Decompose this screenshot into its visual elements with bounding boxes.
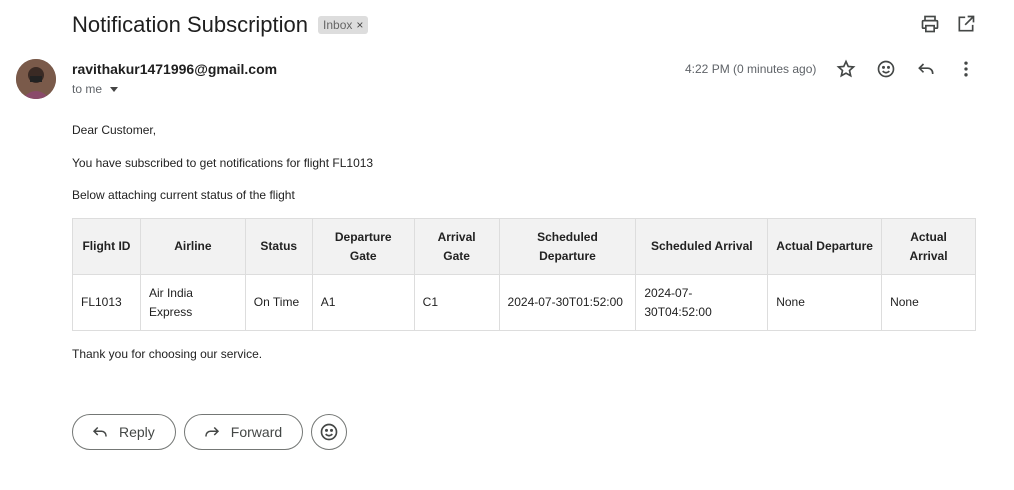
forward-button-label: Forward <box>230 424 283 440</box>
emoji-reaction-button[interactable] <box>311 414 348 450</box>
table-cell: None <box>881 274 976 331</box>
table-cell: On Time <box>244 274 313 331</box>
sender-email[interactable]: ravithakur1471996@gmail.com <box>72 61 277 77</box>
table-header: Airline <box>139 218 246 275</box>
print-icon[interactable] <box>920 14 940 34</box>
table-header: Arrival Gate <box>413 218 500 275</box>
emoji-icon[interactable] <box>876 59 896 79</box>
table-header: Scheduled Arrival <box>635 218 769 275</box>
emoji-icon <box>320 423 338 441</box>
table-row: FL1013 Air India Express On Time A1 C1 2… <box>72 274 976 331</box>
reply-icon <box>92 426 107 437</box>
sender-avatar[interactable] <box>16 59 56 99</box>
open-in-new-window-icon[interactable] <box>956 14 976 34</box>
reply-button-label: Reply <box>119 424 155 440</box>
table-header: Actual Departure <box>767 218 883 275</box>
table-header-row: Flight ID Airline Status Departure Gate … <box>72 218 976 275</box>
flight-status-table: Flight ID Airline Status Departure Gate … <box>72 218 976 331</box>
subscription-text: You have subscribed to get notifications… <box>72 156 374 170</box>
table-header: Scheduled Departure <box>498 218 637 275</box>
star-icon[interactable] <box>836 59 856 79</box>
inbox-label-text: Inbox <box>323 18 353 32</box>
forward-button[interactable]: Forward <box>183 414 304 450</box>
table-cell: A1 <box>311 274 415 331</box>
table-header: Departure Gate <box>311 218 415 275</box>
reply-actions: Reply Forward <box>72 414 348 450</box>
reply-button[interactable]: Reply <box>72 414 176 450</box>
subject-row: Notification Subscription Inbox × <box>72 10 369 40</box>
status-intro-text: Below attaching current status of the fl… <box>72 188 295 202</box>
table-cell: Air India Express <box>139 274 246 331</box>
thread-toolbar <box>920 14 976 34</box>
recipient-text: to me <box>72 82 103 96</box>
closing-text: Thank you for choosing our service. <box>72 347 263 361</box>
table-cell: FL1013 <box>72 274 141 331</box>
more-vert-icon[interactable] <box>956 59 976 79</box>
inbox-label-chip[interactable]: Inbox × <box>318 16 369 34</box>
table-cell: 2024-07-30T01:52:00 <box>498 274 637 331</box>
table-cell: 2024-07-30T04:52:00 <box>635 274 769 331</box>
email-subject: Notification Subscription <box>72 12 309 37</box>
table-header: Actual Arrival <box>881 218 976 275</box>
remove-label-button[interactable]: × <box>356 18 363 32</box>
greeting-text: Dear Customer, <box>72 123 157 137</box>
recipient-details-toggle[interactable]: to me <box>72 82 119 96</box>
reply-icon[interactable] <box>916 59 936 79</box>
table-header: Status <box>244 218 313 275</box>
table-header: Flight ID <box>72 218 141 275</box>
chevron-down-icon <box>110 86 119 92</box>
message-toolbar <box>836 59 976 79</box>
email-timestamp: 4:22 PM (0 minutes ago) <box>685 62 817 76</box>
table-cell: C1 <box>413 274 500 331</box>
table-cell: None <box>767 274 883 331</box>
forward-icon <box>205 426 219 437</box>
